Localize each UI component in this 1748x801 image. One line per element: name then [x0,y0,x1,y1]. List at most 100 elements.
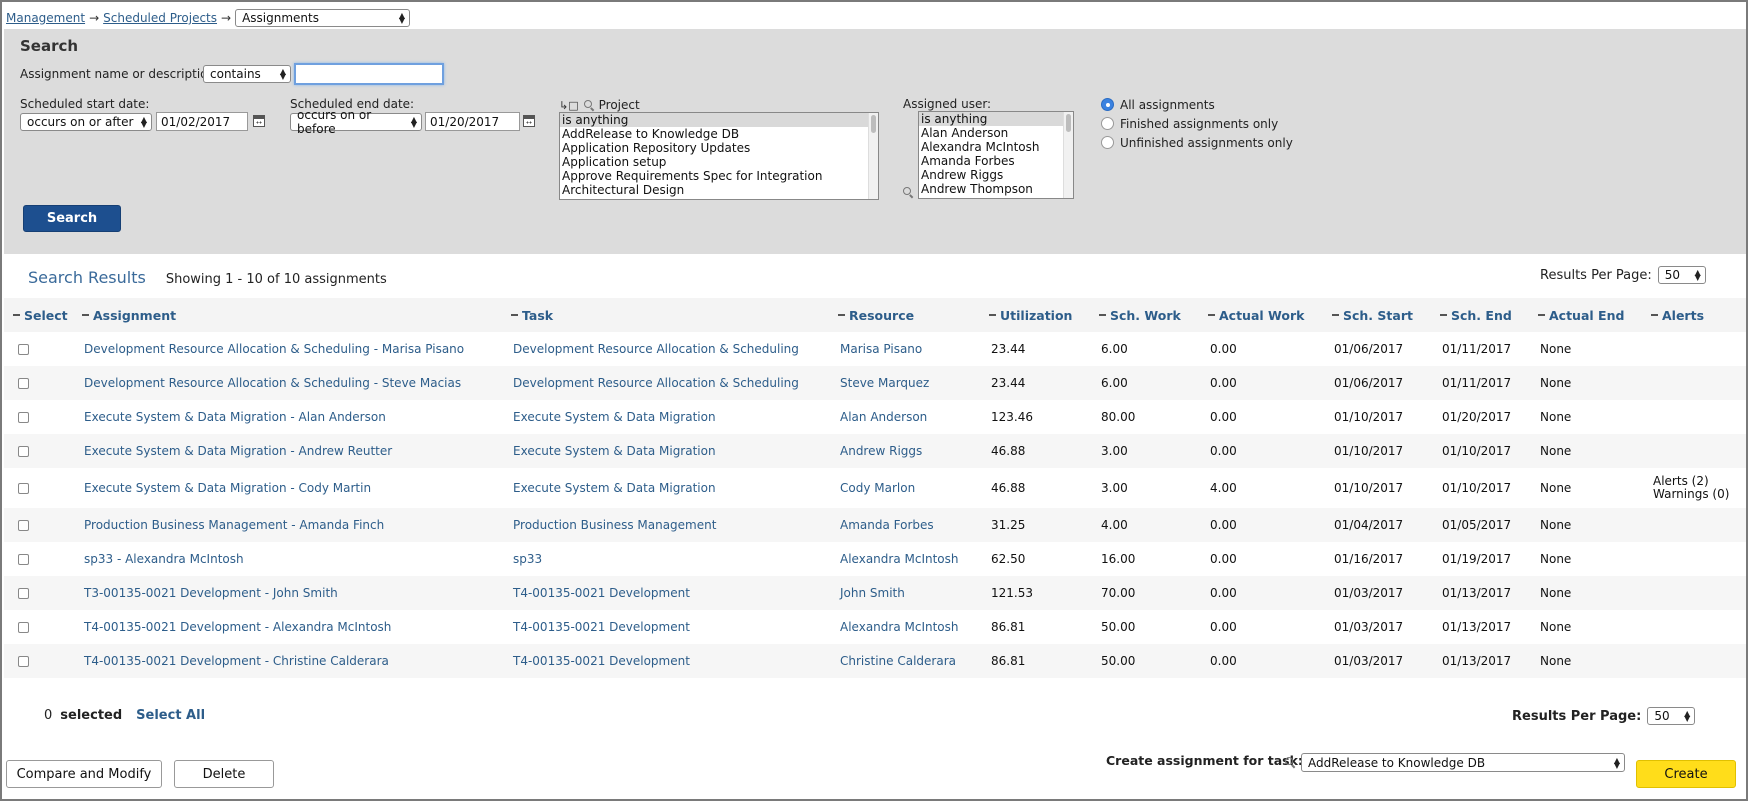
user-option[interactable]: is anything [919,112,1073,126]
radio-finished-only[interactable]: Finished assignments only [1101,114,1293,133]
results-per-page-select[interactable]: 50 ▲ ▼ [1657,266,1706,284]
cell-resource[interactable]: John Smith [840,576,905,610]
search-icon[interactable] [903,187,914,198]
cell-task[interactable]: T4-00135-0021 Development [513,576,690,610]
project-scrollbar[interactable] [868,113,878,199]
row-select-checkbox[interactable] [18,445,29,457]
cell-task[interactable]: Development Resource Allocation & Schedu… [513,332,799,366]
cell-resource[interactable]: Alexandra McIntosh [840,542,959,576]
project-option[interactable]: Application Repository Updates [560,141,878,155]
cell-resource[interactable]: Alan Anderson [840,400,927,434]
cell-assignment[interactable]: Execute System & Data Migration - Andrew… [84,434,392,468]
collapse-icon[interactable] [13,314,20,316]
cell-resource[interactable]: Steve Marquez [840,366,929,400]
row-select-checkbox[interactable] [18,343,29,355]
calendar-icon[interactable] [253,115,265,127]
collapse-icon[interactable] [838,314,845,316]
cell-assignment[interactable]: T4-00135-0021 Development - Christine Ca… [84,644,389,678]
name-operator-select[interactable]: contains ▲ ▼ [203,65,291,83]
collapse-icon[interactable] [989,314,996,316]
cell-assignment[interactable]: T4-00135-0021 Development - Alexandra Mc… [84,610,391,644]
collapse-icon[interactable] [82,314,89,316]
cell-assignment[interactable]: Production Business Management - Amanda … [84,508,384,542]
cell-task[interactable]: Execute System & Data Migration [513,468,716,508]
search-button[interactable]: Search [23,205,121,232]
row-select-checkbox[interactable] [18,411,29,423]
create-task-select[interactable]: AddRelease to Knowledge DB ▲ ▼ [1301,753,1625,772]
cell-resource[interactable]: Christine Calderara [840,644,956,678]
project-listbox[interactable]: is anything AddRelease to Knowledge DB A… [559,112,879,200]
start-date-input[interactable]: 01/02/2017 [156,112,248,131]
collapse-icon[interactable] [1538,314,1545,316]
column-header-alerts[interactable]: Alerts [1651,298,1704,332]
cell-assignment[interactable]: Development Resource Allocation & Schedu… [84,332,464,366]
row-select-checkbox[interactable] [18,482,29,494]
user-option[interactable]: Alan Anderson [919,126,1073,140]
cell-task[interactable]: Execute System & Data Migration [513,400,716,434]
row-select-checkbox[interactable] [18,621,29,633]
alerts-summary[interactable]: Alerts (2) Warnings (0) [1653,475,1729,501]
collapse-icon[interactable] [1332,314,1339,316]
start-date-operator-select[interactable]: occurs on or after ▲ ▼ [20,113,152,131]
hierarchy-icon[interactable]: ↳□ [559,99,579,112]
column-header-sch-end[interactable]: Sch. End [1440,298,1512,332]
breadcrumb-management[interactable]: Management [6,11,85,25]
collapse-icon[interactable] [511,314,518,316]
collapse-icon[interactable] [1208,314,1215,316]
column-header-actual-work[interactable]: Actual Work [1208,298,1304,332]
project-option[interactable]: Architectural Design [560,183,878,197]
user-option[interactable]: Andrew Thompson [919,182,1073,196]
assigned-user-listbox[interactable]: is anything Alan Anderson Alexandra McIn… [918,111,1074,199]
cell-resource[interactable]: Alexandra McIntosh [840,610,959,644]
project-option[interactable]: AddRelease to Knowledge DB [560,127,878,141]
user-scrollbar[interactable] [1063,112,1073,198]
assignment-name-input[interactable] [294,63,444,85]
project-option[interactable]: Application setup [560,155,878,169]
user-option[interactable]: Amanda Forbes [919,154,1073,168]
row-select-checkbox[interactable] [18,553,29,565]
search-icon[interactable] [583,99,595,111]
row-select-checkbox[interactable] [18,519,29,531]
results-per-page-select[interactable]: 50 ▲ ▼ [1647,707,1696,725]
scrollbar-thumb[interactable] [871,115,876,133]
delete-button[interactable]: Delete [174,760,274,788]
column-header-resource[interactable]: Resource [838,298,914,332]
cell-assignment[interactable]: T3-00135-0021 Development - John Smith [84,576,338,610]
column-header-sch-start[interactable]: Sch. Start [1332,298,1413,332]
column-header-actual-end[interactable]: Actual End [1538,298,1624,332]
column-header-sch-work[interactable]: Sch. Work [1099,298,1181,332]
radio-all-assignments[interactable]: All assignments [1101,95,1293,114]
column-header-task[interactable]: Task [511,298,553,332]
collapse-icon[interactable] [1099,314,1106,316]
row-select-checkbox[interactable] [18,655,29,667]
compare-and-modify-button[interactable]: Compare and Modify [6,760,162,788]
column-header-assignment[interactable]: Assignment [82,298,176,332]
collapse-icon[interactable] [1651,314,1658,316]
cell-task[interactable]: T4-00135-0021 Development [513,644,690,678]
project-option[interactable]: is anything [560,113,878,127]
cell-resource[interactable]: Amanda Forbes [840,508,934,542]
radio-unfinished-only[interactable]: Unfinished assignments only [1101,133,1293,152]
search-icon[interactable] [1285,757,1296,768]
cell-resource[interactable]: Andrew Riggs [840,434,922,468]
cell-resource[interactable]: Cody Marlon [840,468,915,508]
cell-task[interactable]: sp33 [513,542,542,576]
radio-button[interactable] [1101,136,1114,149]
end-date-operator-select[interactable]: occurs on or before ▲ ▼ [290,108,422,136]
cell-assignment[interactable]: Execute System & Data Migration - Alan A… [84,400,386,434]
radio-button[interactable] [1101,98,1114,111]
select-all-link[interactable]: Select All [136,708,205,723]
cell-task[interactable]: Production Business Management [513,508,716,542]
cell-assignment[interactable]: Development Resource Allocation & Schedu… [84,366,461,400]
column-header-select[interactable]: Select [13,298,68,332]
breadcrumb-view-select[interactable]: Assignments ▲ ▼ [235,9,411,27]
create-button[interactable]: Create [1636,760,1736,788]
cell-assignment[interactable]: Execute System & Data Migration - Cody M… [84,468,371,508]
scrollbar-thumb[interactable] [1066,114,1071,132]
calendar-icon[interactable] [523,115,535,127]
radio-button[interactable] [1101,117,1114,130]
end-date-input[interactable]: 01/20/2017 [425,112,520,131]
column-header-utilization[interactable]: Utilization [989,298,1072,332]
project-option[interactable]: Approve Requirements Spec for Integratio… [560,169,878,183]
breadcrumb-scheduled-projects[interactable]: Scheduled Projects [103,11,217,25]
